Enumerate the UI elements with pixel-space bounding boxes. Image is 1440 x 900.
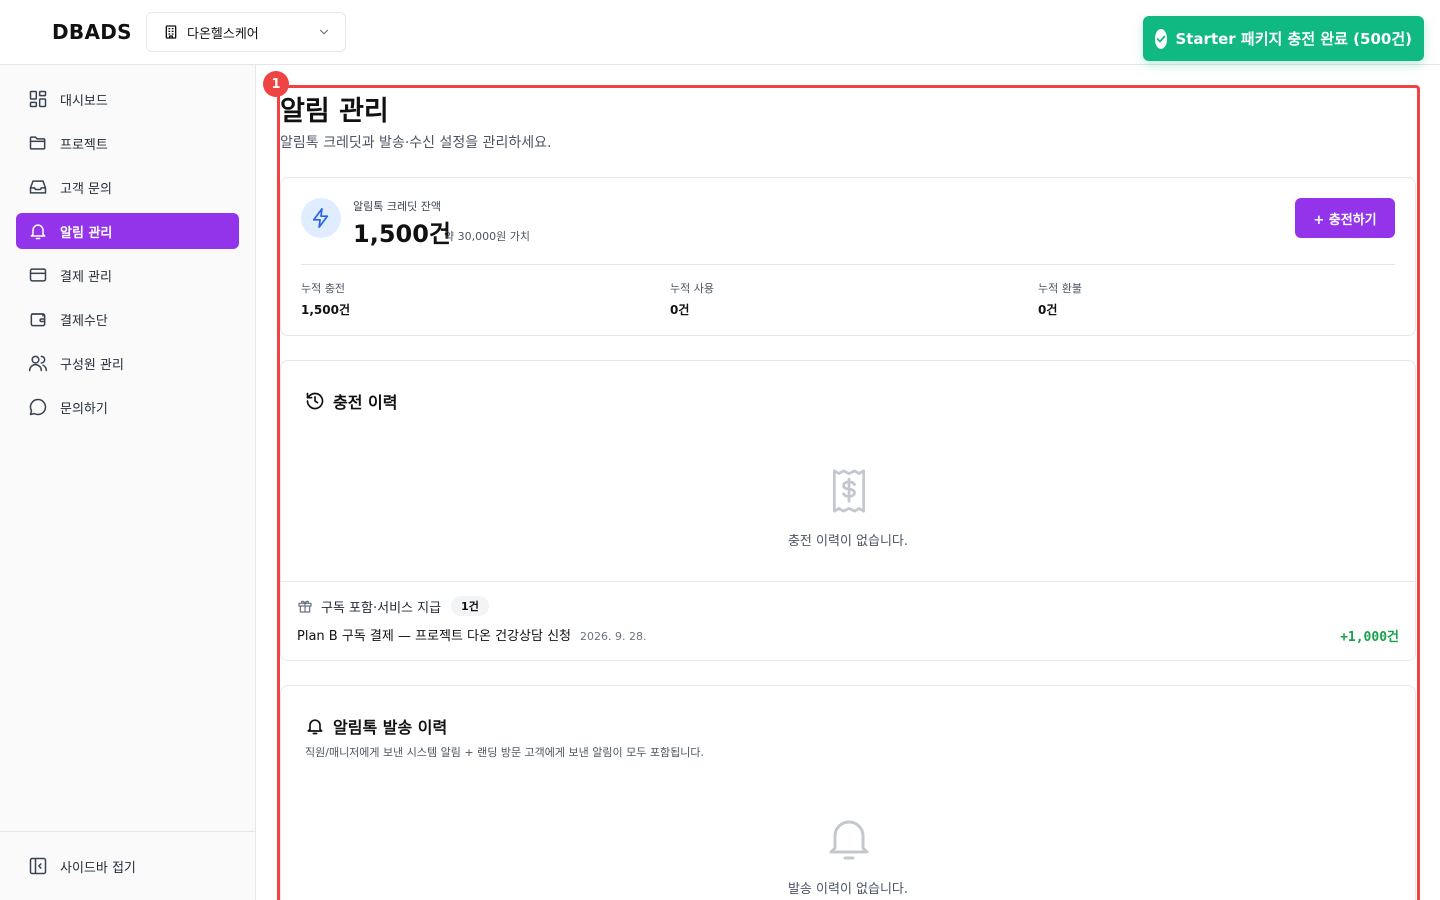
sidebar-item-label: 문의하기 [60, 401, 108, 417]
stat-label: 누적 충전 [301, 282, 345, 295]
chevron-down-icon [317, 25, 331, 39]
users-icon [28, 353, 48, 373]
building-icon [163, 24, 179, 40]
page-title: 알림 관리 [280, 96, 389, 127]
sidebar-item-label: 대시보드 [60, 93, 108, 109]
stat-total-charged: 누적 충전 1,500건 [301, 280, 350, 318]
list-item: Plan B 구독 결제 — 프로젝트 다온 건강상담 신청 2026. 9. … [297, 625, 646, 644]
subscription-group-label: 구독 포함·서비스 지급 [321, 600, 442, 616]
wallet-icon [28, 309, 48, 329]
sidebar-item-label: 결제수단 [60, 313, 108, 329]
send-history-empty-text: 발송 이력이 없습니다. [787, 882, 909, 897]
organization-select[interactable]: 다온헬스케어 [146, 12, 346, 52]
credit-value-note: 약 30,000원 가치 [444, 230, 530, 243]
gift-icon [297, 598, 313, 614]
sidebar-item-billing[interactable]: 결제 관리 [16, 257, 239, 293]
history-row-amount: +1,000건 [1340, 630, 1399, 645]
sidebar-item-customer-inquiries[interactable]: 고객 문의 [16, 169, 239, 205]
stat-value: 0건 [670, 303, 690, 317]
sidebar-item-label: 프로젝트 [60, 137, 108, 153]
charge-history-empty-text: 충전 이력이 없습니다. [787, 534, 909, 549]
charge-history-title: 충전 이력 [333, 393, 398, 412]
send-history-card: 알림톡 발송 이력 직원/매니저에게 보낸 시스템 알림 + 랜딩 방문 고객에… [280, 685, 1416, 900]
folder-icon [28, 133, 48, 153]
history-row-date: 2026. 9. 28. [580, 630, 647, 643]
success-toast[interactable]: Starter 패키지 충전 완료 (500건) [1143, 16, 1424, 61]
collapse-sidebar-button[interactable]: 사이드바 접기 [16, 848, 136, 884]
sidebar: 대시보드 프로젝트 고객 문의 알림 관리 결제 관리 결제수단 구성원 관리 … [0, 65, 256, 900]
sidebar-item-contact[interactable]: 문의하기 [16, 389, 239, 425]
organization-name: 다온헬스케어 [187, 26, 259, 42]
sidebar-item-label: 구성원 관리 [60, 357, 124, 373]
bolt-icon [301, 198, 341, 238]
sidebar-item-label: 알림 관리 [60, 225, 113, 241]
main-content: 알림 관리 알림톡 크레딧과 발송·수신 설정을 관리하세요. 알림톡 크레딧 … [256, 65, 1440, 900]
toast-message: Starter 패키지 충전 완료 (500건) [1175, 30, 1412, 48]
count-badge: 1건 [451, 596, 489, 616]
stat-label: 누적 환불 [1038, 282, 1082, 295]
sidebar-item-projects[interactable]: 프로젝트 [16, 125, 239, 161]
stat-value: 1,500건 [301, 303, 350, 317]
send-history-header: 알림톡 발송 이력 [305, 714, 447, 738]
charge-history-card: 충전 이력 충전 이력이 없습니다. 구독 포함·서비스 지급 1건 Plan … [280, 360, 1416, 661]
sidebar-item-members[interactable]: 구성원 관리 [16, 345, 239, 381]
sidebar-collapse-icon [28, 856, 48, 876]
credit-label: 알림톡 크레딧 잔액 [353, 200, 441, 213]
history-icon [305, 391, 325, 411]
sidebar-footer: 사이드바 접기 [0, 831, 255, 900]
bell-empty-icon [824, 814, 874, 864]
history-row-description: Plan B 구독 결제 — 프로젝트 다온 건강상담 신청 [297, 629, 571, 644]
charge-history-header: 충전 이력 [305, 389, 397, 413]
highlight-badge: 1 [263, 71, 289, 97]
divider [281, 581, 1415, 582]
stat-value: 0건 [1038, 303, 1058, 317]
credit-amount: 1,500건 [353, 220, 451, 248]
sidebar-item-dashboard[interactable]: 대시보드 [16, 81, 239, 117]
subscription-group-header: 구독 포함·서비스 지급 1건 [297, 596, 489, 616]
page-subtitle: 알림톡 크레딧과 발송·수신 설정을 관리하세요. [280, 135, 552, 151]
charge-button[interactable]: + 충전하기 [1295, 198, 1395, 238]
send-history-title: 알림톡 발송 이력 [333, 718, 448, 737]
inbox-icon [28, 177, 48, 197]
check-circle-icon [1155, 28, 1168, 49]
stat-total-used: 누적 사용 0건 [670, 280, 714, 318]
bell-icon [28, 221, 48, 241]
sidebar-item-label: 고객 문의 [60, 181, 112, 197]
dashboard-icon [28, 89, 48, 109]
sidebar-nav: 대시보드 프로젝트 고객 문의 알림 관리 결제 관리 결제수단 구성원 관리 … [16, 81, 239, 433]
divider [301, 264, 1395, 265]
stat-label: 누적 사용 [670, 282, 714, 295]
credit-card-icon [28, 265, 48, 285]
sidebar-item-label: 결제 관리 [60, 269, 112, 285]
stat-total-refunded: 누적 환불 0건 [1038, 280, 1082, 318]
sidebar-item-notifications[interactable]: 알림 관리 [16, 213, 239, 249]
receipt-icon [825, 467, 873, 515]
send-history-description: 직원/매니저에게 보낸 시스템 알림 + 랜딩 방문 고객에게 보낸 알림이 모… [305, 746, 704, 759]
collapse-label: 사이드바 접기 [60, 860, 136, 876]
chat-icon [28, 397, 48, 417]
credit-balance-card: 알림톡 크레딧 잔액 1,500건 약 30,000원 가치 + 충전하기 누적… [280, 177, 1416, 336]
sidebar-item-payment-methods[interactable]: 결제수단 [16, 301, 239, 337]
app-logo[interactable]: DBADS [52, 20, 132, 44]
bell-icon [305, 716, 325, 736]
